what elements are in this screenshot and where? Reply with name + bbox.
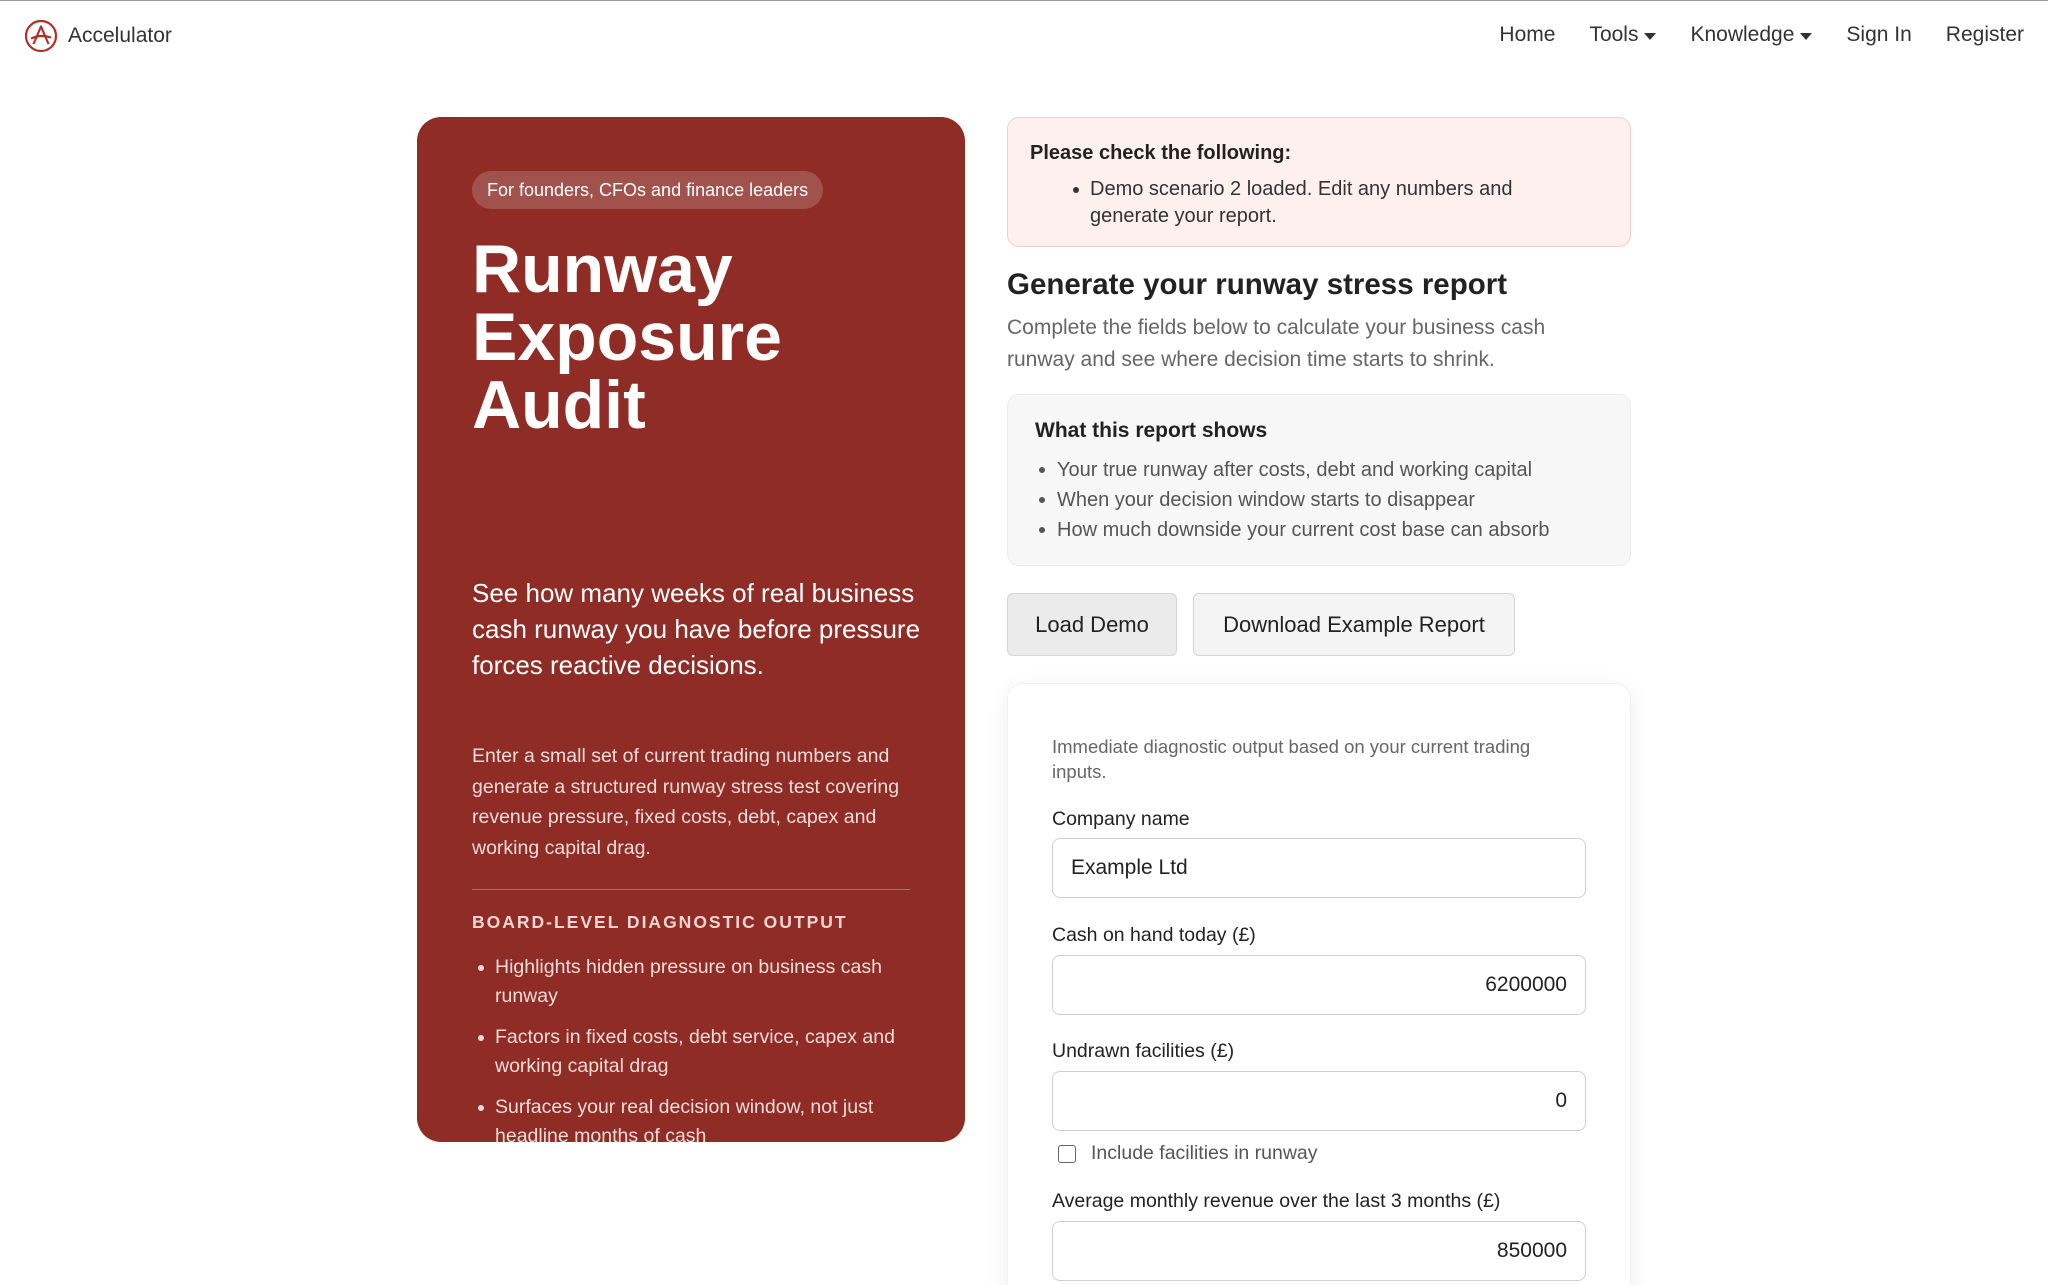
hero-title-line: Exposure (472, 299, 782, 375)
download-example-report-button[interactable]: Download Example Report (1193, 593, 1515, 656)
brand[interactable]: Accelulator (24, 18, 172, 54)
list-item: Your true runway after costs, debt and w… (1039, 455, 1617, 485)
hero-title-line: Runway (472, 231, 733, 307)
cash-on-hand-value: 6200000 (1485, 973, 1567, 996)
company-name-label: Company name (1052, 808, 1190, 830)
nav-home[interactable]: Home (1499, 23, 1555, 47)
avg-revenue-value: 850000 (1496, 1239, 1567, 1262)
alert-item: Demo scenario 2 loaded. Edit any numbers… (1073, 176, 1560, 230)
hero-card: For founders, CFOs and finance leaders R… (417, 117, 965, 1200)
hero-bullet-list: Highlights hidden pressure on business c… (472, 953, 912, 1163)
validation-alert: Please check the following: Demo scenari… (1007, 117, 1631, 247)
include-facilities-label: Include facilities in runway (1091, 1142, 1318, 1164)
hero-title: Runway Exposure Audit (472, 235, 932, 439)
list-item: Highlights hidden pressure on business c… (472, 953, 912, 1011)
caret-down-icon (1800, 32, 1813, 40)
undrawn-facilities-value: 0 (1555, 1089, 1567, 1112)
nav-register-label: Register (1945, 23, 2024, 46)
navbar: Accelulator Home Tools Knowledge Sign In… (0, 1, 2048, 73)
info-list: Your true runway after costs, debt and w… (1039, 455, 1617, 545)
list-item: How much downside your current cost base… (1039, 515, 1617, 545)
hero-kicker: BOARD-LEVEL DIAGNOSTIC OUTPUT (472, 912, 848, 932)
hero-lead: See how many weeks of real business cash… (472, 578, 921, 680)
alert-title: Please check the following: (1030, 142, 1292, 164)
company-name-input[interactable]: Example Ltd (1052, 838, 1586, 898)
nav-knowledge-dropdown[interactable]: Knowledge (1690, 23, 1813, 47)
avg-revenue-label: Average monthly revenue over the last 3 … (1052, 1190, 1501, 1212)
nav-knowledge-label: Knowledge (1690, 23, 1795, 46)
main-nav: Home Tools Knowledge Sign In Register (1465, 23, 2024, 47)
avg-revenue-input[interactable]: 850000 (1052, 1221, 1586, 1281)
hero-title-line: Audit (472, 367, 646, 443)
nav-sign-in-label: Sign In (1846, 23, 1912, 46)
include-facilities-checkbox[interactable] (1058, 1144, 1076, 1163)
section-title: Generate your runway stress report (1007, 268, 1508, 301)
include-facilities-row[interactable]: Include facilities in runway (1058, 1142, 1318, 1165)
alert-list: Demo scenario 2 loaded. Edit any numbers… (1073, 176, 1560, 230)
nav-home-label: Home (1499, 23, 1556, 46)
list-item: Surfaces your real decision window, not … (472, 1093, 912, 1151)
nav-tools-label: Tools (1589, 23, 1639, 46)
undrawn-facilities-label: Undrawn facilities (£) (1052, 1040, 1235, 1062)
caret-down-icon (1644, 32, 1657, 40)
company-name-value: Example Ltd (1071, 856, 1188, 879)
list-item: Factors in fixed costs, debt service, ca… (472, 1023, 912, 1081)
cash-on-hand-input[interactable]: 6200000 (1052, 955, 1586, 1015)
list-item: When your decision window starts to disa… (1039, 485, 1617, 515)
load-demo-button[interactable]: Load Demo (1007, 593, 1177, 656)
info-title: What this report shows (1035, 419, 1268, 442)
nav-register[interactable]: Register (1946, 23, 2024, 47)
audience-pill: For founders, CFOs and finance leaders (472, 171, 824, 209)
nav-tools-dropdown[interactable]: Tools (1589, 23, 1657, 47)
undrawn-facilities-input[interactable]: 0 (1052, 1071, 1586, 1131)
brand-name: Accelulator (68, 24, 172, 47)
section-description: Complete the fields below to calculate y… (1007, 316, 1546, 371)
cash-on-hand-label: Cash on hand today (£) (1052, 924, 1256, 946)
accelulator-logo-icon (24, 19, 58, 53)
runway-form-card: Immediate diagnostic output based on you… (1007, 683, 1631, 1285)
form-intro: Immediate diagnostic output based on you… (1052, 736, 1531, 782)
report-info-box: What this report shows Your true runway … (1007, 394, 1631, 566)
hero-body: Enter a small set of current trading num… (472, 745, 900, 859)
divider (472, 889, 910, 890)
nav-sign-in[interactable]: Sign In (1846, 23, 1911, 47)
hero-footer: Report available immediately (472, 1177, 742, 1200)
